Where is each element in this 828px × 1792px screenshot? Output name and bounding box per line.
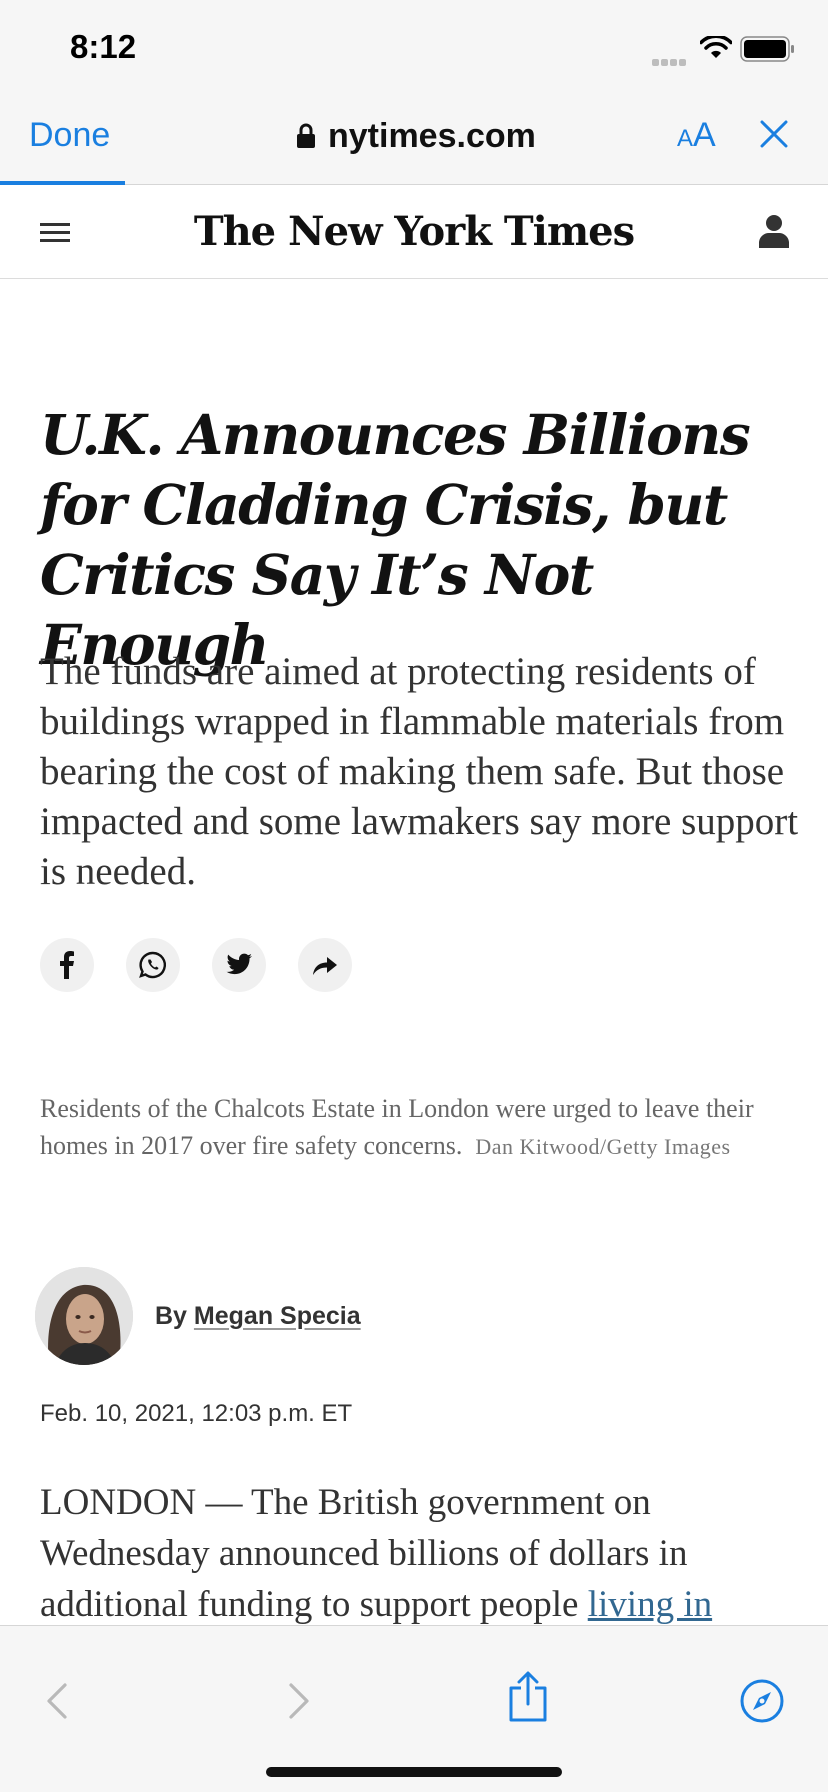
compass-icon[interactable] [739, 1678, 785, 1724]
browser-toolbar [0, 1625, 828, 1792]
whatsapp-share-button[interactable] [126, 938, 180, 992]
battery-icon [740, 36, 794, 62]
byline: By Megan Specia [35, 1266, 361, 1366]
address-field[interactable]: nytimes.com [296, 114, 536, 158]
forward-icon[interactable] [274, 1678, 320, 1724]
site-header: The New York Times [0, 186, 828, 279]
photo-caption: Residents of the Chalcots Estate in Lond… [40, 1090, 800, 1165]
article-body-paragraph: LONDON — The British government on Wedne… [40, 1477, 800, 1630]
body-link[interactable]: living in [588, 1584, 712, 1625]
share-buttons [40, 938, 384, 992]
more-share-button[interactable] [298, 938, 352, 992]
done-button[interactable]: Done [29, 116, 110, 155]
browser-address-bar: Done nytimes.com AA [0, 96, 828, 185]
cellular-signal-icon [652, 53, 692, 66]
author-avatar[interactable] [35, 1267, 133, 1365]
text-size-button[interactable]: AA [677, 116, 716, 155]
byline-text: By Megan Specia [155, 1302, 361, 1331]
share-arrow-icon [313, 957, 337, 975]
photo-credit: Dan Kitwood/Getty Images [475, 1134, 731, 1159]
article-headline: U.K. Announces Billions for Cladding Cri… [40, 402, 751, 677]
twitter-share-button[interactable] [212, 938, 266, 992]
twitter-icon [226, 953, 252, 975]
url-text: nytimes.com [328, 116, 536, 155]
site-logo[interactable]: The New York Times [0, 208, 828, 255]
facebook-icon [60, 951, 74, 979]
lock-icon [297, 123, 315, 148]
facebook-share-button[interactable] [40, 938, 94, 992]
author-photo [35, 1267, 133, 1365]
article-summary: The funds are aimed at protecting reside… [40, 650, 799, 893]
wifi-icon [700, 36, 732, 58]
account-icon[interactable] [758, 214, 790, 248]
author-link[interactable]: Megan Specia [194, 1302, 361, 1330]
close-icon[interactable] [758, 118, 790, 150]
back-icon[interactable] [36, 1678, 82, 1724]
page-load-progress-bar [0, 181, 125, 185]
share-icon[interactable] [505, 1670, 551, 1724]
status-bar: 8:12 [0, 0, 828, 96]
publish-date: Feb. 10, 2021, 12:03 p.m. ET [40, 1400, 353, 1427]
home-indicator [266, 1767, 562, 1777]
byline-prefix: By [155, 1301, 187, 1330]
whatsapp-icon [139, 951, 166, 979]
status-time: 8:12 [70, 28, 137, 65]
